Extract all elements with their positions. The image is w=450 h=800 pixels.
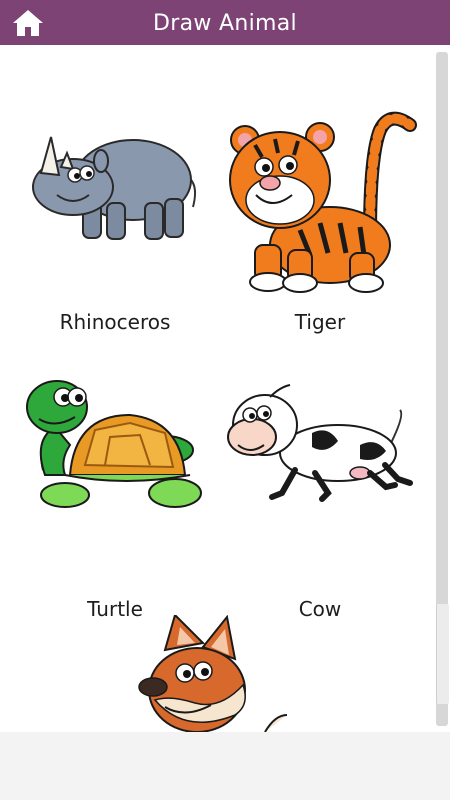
bottom-area (0, 732, 450, 800)
rhinoceros-image (32, 136, 196, 240)
animal-card-rhinoceros[interactable]: Rhinoceros (15, 95, 215, 350)
tiger-image (229, 111, 417, 293)
page-title: Draw Animal (153, 11, 297, 36)
animal-card-fox[interactable] (125, 615, 325, 732)
animal-grid: Rhinoceros Tiger Turtle Cow (0, 45, 450, 732)
animal-card-tiger[interactable]: Tiger (220, 95, 420, 350)
scrollbar-thumb[interactable] (436, 604, 449, 704)
animal-label: Tiger (294, 310, 346, 334)
app-bar: Draw Animal (0, 0, 450, 45)
fox-image (138, 615, 288, 732)
animal-label: Rhinoceros (59, 310, 171, 334)
cow-image (227, 384, 413, 502)
turtle-image (26, 380, 202, 508)
animal-card-turtle[interactable]: Turtle (15, 375, 215, 630)
animal-card-cow[interactable]: Cow (220, 375, 420, 630)
